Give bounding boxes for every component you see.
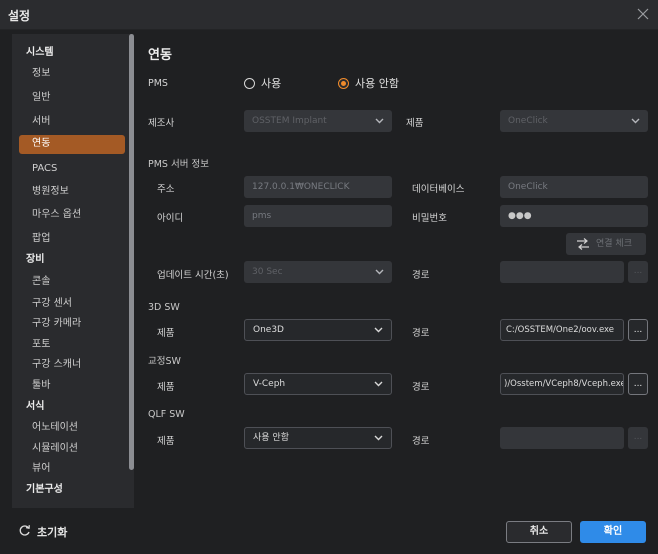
- update-path-browse-button[interactable]: ...: [628, 261, 648, 283]
- nav-header-default-config: 기본구성: [26, 484, 63, 495]
- password-label: 비밀번호: [412, 213, 447, 224]
- pms-use-radio[interactable]: 사용: [244, 75, 281, 91]
- sidebar-item-intraoral-scanner[interactable]: 구강 스캐너: [12, 356, 128, 374]
- refresh-icon: [18, 524, 31, 540]
- sidebar-item-info[interactable]: 정보: [12, 65, 128, 83]
- sidebar-item-popup[interactable]: 팝업: [12, 230, 128, 248]
- update-time-select[interactable]: 30 Sec: [244, 261, 392, 283]
- settings-sidebar: 시스템 정보 일반 서버 연동 PACS 병원정보 마우스 옵션 팝업 장비 콘…: [12, 34, 134, 508]
- sidebar-item-simulation[interactable]: 시뮬레이션: [12, 440, 128, 458]
- pms-server-title: PMS 서버 정보: [148, 159, 209, 170]
- pms-label: PMS: [148, 78, 168, 89]
- connection-check-button[interactable]: 연결 체크: [566, 233, 646, 255]
- sidebar-item-pacs[interactable]: PACS: [12, 160, 128, 178]
- nav-header-system: 시스템: [26, 47, 54, 58]
- product-value: OneClick: [508, 116, 548, 126]
- sw3d-product-value: One3D: [253, 325, 284, 335]
- sidebar-item-integration[interactable]: 연동: [19, 135, 125, 154]
- ortho-path-label: 경로: [412, 382, 430, 393]
- sidebar-item-general[interactable]: 일반: [12, 89, 128, 107]
- ortho-product-value: V-Ceph: [253, 379, 286, 389]
- update-time-label: 업데이트 시간(초): [157, 270, 229, 281]
- qlf-path-field[interactable]: [500, 427, 624, 449]
- sw3d-product-label: 제품: [157, 328, 175, 339]
- ortho-path-browse-button[interactable]: ...: [628, 373, 648, 395]
- sidebar-item-viewer[interactable]: 뷰어: [12, 460, 128, 478]
- cancel-button[interactable]: 취소: [506, 521, 572, 543]
- ortho-title: 교정SW: [148, 356, 181, 367]
- sidebar-item-console[interactable]: 콘솔: [12, 273, 128, 291]
- chevron-down-icon: [631, 110, 640, 132]
- chevron-down-icon: [375, 261, 384, 283]
- ortho-product-select[interactable]: V-Ceph: [244, 373, 392, 395]
- dialog-footer: 초기화 취소 확인: [0, 510, 658, 554]
- sidebar-item-mouse-options[interactable]: 마우스 옵션: [12, 206, 128, 224]
- sidebar-item-intraoral-sensor[interactable]: 구강 센서: [12, 295, 128, 313]
- sw3d-path-field[interactable]: C:/OSSTEM/One2/oov.exe: [500, 319, 624, 341]
- update-time-value: 30 Sec: [252, 267, 283, 277]
- pms-not-use-radio[interactable]: 사용 안함: [338, 75, 399, 91]
- qlf-product-select[interactable]: 사용 안함: [244, 427, 392, 449]
- sw3d-path-label: 경로: [412, 328, 430, 339]
- sidebar-item-intraoral-camera[interactable]: 구강 카메라: [12, 315, 128, 333]
- radio-off-icon: [244, 77, 255, 89]
- id-field[interactable]: pms: [244, 205, 392, 227]
- reset-label: 초기화: [37, 526, 68, 539]
- sw3d-product-select[interactable]: One3D: [244, 319, 392, 341]
- reset-button[interactable]: 초기화: [18, 524, 67, 540]
- pms-use-label: 사용: [261, 77, 282, 90]
- window-title: 설정: [8, 9, 31, 23]
- radio-on-icon: [338, 77, 349, 89]
- sidebar-item-toolbar[interactable]: 툴바: [12, 377, 128, 395]
- connection-check-label: 연결 체크: [596, 239, 632, 249]
- qlf-title: QLF SW: [148, 409, 185, 420]
- maker-value: OSSTEM Implant: [252, 116, 327, 126]
- sw3d-title: 3D SW: [148, 302, 180, 313]
- ortho-path-field[interactable]: )/Osstem/VCeph8/Vceph.exe: [500, 373, 624, 395]
- sidebar-item-photo[interactable]: 포토: [12, 336, 128, 354]
- chevron-down-icon: [375, 110, 384, 132]
- product-select[interactable]: OneClick: [500, 110, 648, 132]
- database-field[interactable]: OneClick: [500, 176, 648, 198]
- close-icon[interactable]: [634, 5, 652, 23]
- settings-content: 연동 PMS 사용 사용 안함 제조사 OSSTEM Implant 제품 On…: [134, 30, 658, 510]
- qlf-path-browse-button[interactable]: ...: [628, 427, 648, 449]
- update-path-field[interactable]: [500, 261, 624, 283]
- sidebar-item-server[interactable]: 서버: [12, 113, 128, 131]
- maker-label: 제조사: [148, 118, 175, 129]
- sidebar-item-annotation[interactable]: 어노테이션: [12, 419, 128, 437]
- ortho-product-label: 제품: [157, 382, 175, 393]
- page-title: 연동: [148, 48, 172, 63]
- chevron-down-icon: [374, 428, 383, 448]
- database-label: 데이터베이스: [412, 184, 465, 195]
- ok-button[interactable]: 확인: [580, 521, 646, 543]
- password-field[interactable]: ●●●: [500, 205, 648, 227]
- product-label: 제품: [406, 118, 424, 129]
- address-field[interactable]: 127.0.0.1₩ONECLICK: [244, 176, 392, 198]
- qlf-product-value: 사용 안함: [253, 433, 289, 443]
- address-label: 주소: [157, 184, 175, 195]
- nav-header-format: 서식: [26, 401, 45, 412]
- update-path-label: 경로: [412, 270, 430, 281]
- title-bar: 설정: [0, 0, 658, 30]
- nav-header-equipment: 장비: [26, 254, 45, 265]
- id-label: 아이디: [157, 213, 184, 224]
- sidebar-item-hospital-info[interactable]: 병원정보: [12, 183, 128, 201]
- qlf-path-label: 경로: [412, 436, 430, 447]
- sw3d-path-browse-button[interactable]: ...: [628, 319, 648, 341]
- pms-not-use-label: 사용 안함: [355, 77, 399, 90]
- swap-arrows-icon: [576, 237, 590, 251]
- chevron-down-icon: [374, 320, 383, 340]
- qlf-product-label: 제품: [157, 436, 175, 447]
- maker-select[interactable]: OSSTEM Implant: [244, 110, 392, 132]
- chevron-down-icon: [374, 374, 383, 394]
